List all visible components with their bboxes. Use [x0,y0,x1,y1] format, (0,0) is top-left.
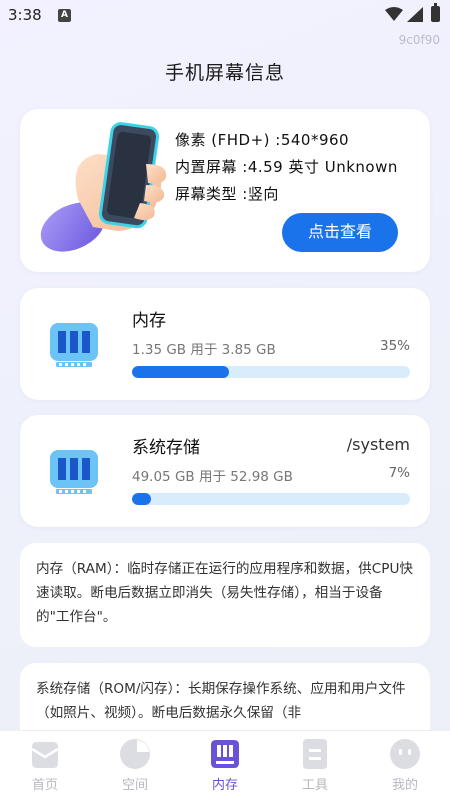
storage-progress-fill [132,493,152,505]
notification-a-icon: A [58,9,71,22]
memory-progress-bar [132,366,410,378]
nav-item-tools[interactable]: 工具 [270,731,360,800]
nav-label-space: 空间 [121,778,148,793]
nav-label-profile: 我的 [391,778,418,793]
storage-chip-icon [50,450,98,494]
view-details-button[interactable]: 点击查看 [282,213,398,252]
memory-card-icon [211,740,239,768]
nav-label-memory: 内存 [211,778,238,793]
wifi-icon [385,7,403,21]
storage-usage: 49.05 GB 用于 52.98 GB [132,469,293,485]
storage-card[interactable]: 系统存储 /system 49.05 GB 用于 52.98 GB 7% [20,415,430,527]
ram-description-card: 内存（RAM）：临时存储正在运行的应用程序和数据，供CPU快速读取。断电后数据立… [20,543,430,647]
storage-path: /system [346,435,410,454]
battery-icon [431,3,440,22]
nav-item-home[interactable]: 首页 [0,731,90,800]
memory-percent: 35% [379,338,410,354]
rom-description-text: 系统存储（ROM/闪存）：长期保存操作系统、应用和用户文件（如照片、视频）。断电… [36,681,406,721]
memory-usage: 1.35 GB 用于 3.85 GB [132,342,276,358]
page-title: 手机屏幕信息 [164,62,285,84]
memory-card[interactable]: 内存 1.35 GB 用于 3.85 GB 35% [20,288,430,400]
bottom-nav: 首页 空间 内存 工具 我的 [0,730,450,800]
storage-progress-bar [132,493,410,505]
memory-progress-fill [132,366,230,378]
status-time: 3:38 [8,6,42,24]
home-icon [31,742,59,768]
tools-icon [303,739,327,769]
pie-chart-icon [120,739,150,769]
nav-item-profile[interactable]: 我的 [360,731,450,800]
status-bar: 3:38 A [0,0,450,32]
hand-holding-phone-icon [40,122,167,252]
memory-title: 内存 [132,311,166,331]
storage-title: 系统存储 [132,438,200,458]
memory-chip-icon [50,323,98,367]
storage-percent: 7% [388,465,410,481]
nav-label-tools: 工具 [301,778,328,793]
screen-size-text: 内置屏幕 :4.59 英寸 Unknown [175,158,398,176]
nav-item-memory[interactable]: 内存 [180,731,270,800]
screen-orientation-text: 屏幕类型 :竖向 [175,185,279,203]
signal-icon [407,7,423,22]
ram-description-text: 内存（RAM）：临时存储正在运行的应用程序和数据，供CPU快速读取。断电后数据立… [36,561,414,625]
nav-label-home: 首页 [31,778,58,793]
watermark-id: 9c0f90 [398,33,440,47]
screen-info-lines: 像素 (FHD+) :540*960 内置屏幕 :4.59 英寸 Unknown… [175,127,398,208]
screen-info-card: 像素 (FHD+) :540*960 内置屏幕 :4.59 英寸 Unknown… [20,109,430,272]
resolution-text: 像素 (FHD+) :540*960 [175,131,350,149]
nav-item-space[interactable]: 空间 [90,731,180,800]
profile-face-icon [390,739,420,769]
